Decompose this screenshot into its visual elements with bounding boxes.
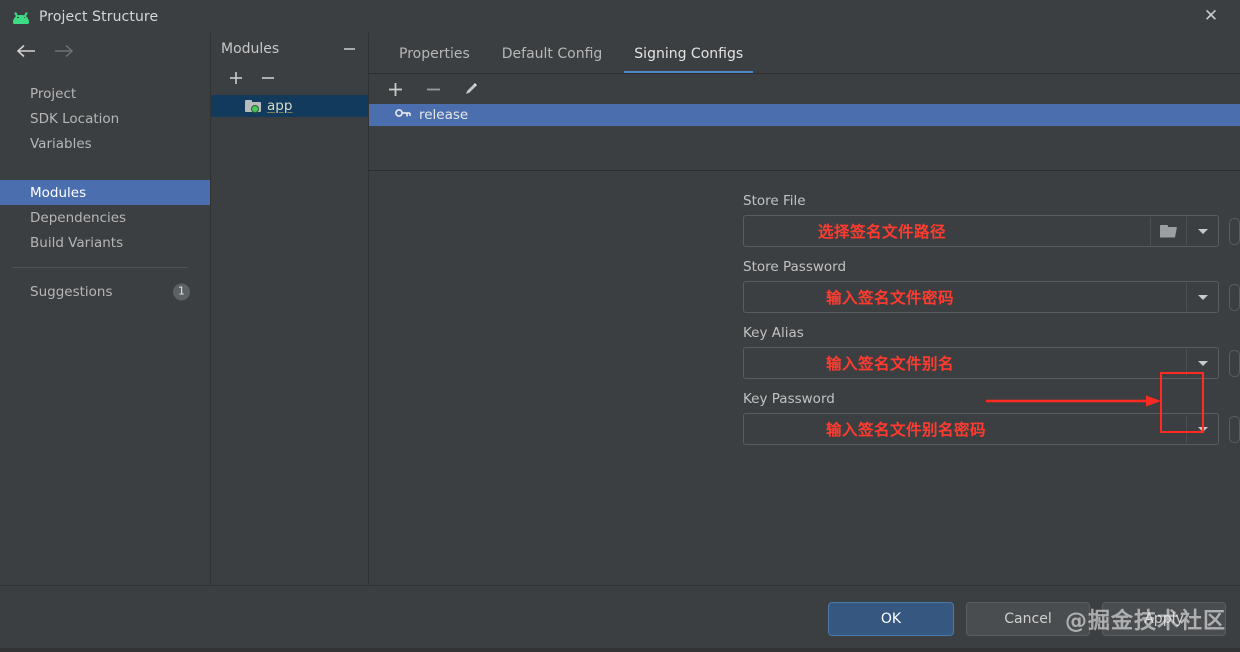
key-icon: [395, 107, 411, 123]
suggestions-count-badge: 1: [173, 283, 190, 300]
window-title: Project Structure: [39, 8, 159, 25]
ok-button[interactable]: OK: [828, 602, 954, 636]
key-password-variable-button[interactable]: [1229, 415, 1240, 443]
signing-configs-empty-area: [369, 126, 1240, 171]
left-navigation-panel: Project SDK Location Variables Modules D…: [0, 33, 211, 585]
field-label: Key Alias: [743, 325, 804, 341]
signing-configs-list: release: [369, 104, 1240, 171]
module-item-label: app: [267, 98, 293, 114]
folder-open-icon: [1160, 224, 1177, 238]
tab-signing-configs[interactable]: Signing Configs: [618, 35, 759, 73]
sidebar-item-sdk-location[interactable]: SDK Location: [0, 106, 210, 131]
pencil-icon[interactable]: [463, 81, 479, 97]
store-password-dropdown-button[interactable]: [1186, 283, 1218, 311]
close-icon[interactable]: ✕: [1196, 0, 1226, 33]
plus-icon[interactable]: [229, 71, 243, 85]
store-password-variable-button[interactable]: [1229, 283, 1240, 311]
sidebar-item-modules[interactable]: Modules: [0, 180, 210, 205]
tab-bar: Properties Default Config Signing Config…: [369, 33, 1240, 74]
key-alias-variable-button[interactable]: [1229, 349, 1240, 377]
sidebar-item-dependencies[interactable]: Dependencies: [0, 205, 210, 230]
sidebar-item-label: Build Variants: [30, 234, 124, 251]
tab-label: Default Config: [501, 46, 603, 62]
field-label: Store Password: [743, 259, 847, 275]
signing-config-label: release: [419, 107, 469, 123]
sidebar-item-label: Modules: [30, 184, 87, 201]
dialog-body: Project SDK Location Variables Modules D…: [0, 33, 1240, 585]
chevron-down-icon: [1197, 360, 1208, 366]
modules-panel: Modules app: [211, 33, 369, 585]
minus-icon[interactable]: [425, 81, 441, 97]
apply-button-label: Apply: [1144, 611, 1184, 627]
store-file-input[interactable]: 选择签名文件路径: [743, 215, 1219, 247]
sidebar-item-label: Variables: [30, 135, 92, 152]
tab-properties[interactable]: Properties: [383, 35, 486, 73]
minus-icon[interactable]: [261, 71, 275, 85]
sidebar-item-build-variants[interactable]: Build Variants: [0, 230, 210, 255]
signing-config-form: Store File 选择签名文件路径 Store Password 输入签名文…: [369, 171, 1240, 585]
modules-panel-header: Modules: [211, 33, 368, 65]
signing-config-item-release[interactable]: release: [369, 104, 1240, 126]
chevron-down-icon: [1197, 426, 1208, 432]
field-key-password: Key Password 输入签名文件别名密码: [369, 391, 1240, 445]
key-password-value: 输入签名文件别名密码: [826, 421, 987, 439]
dialog-footer: OK Cancel Apply @掘金技术社区: [0, 585, 1240, 652]
tab-label: Signing Configs: [634, 46, 744, 62]
modules-toolbar: [211, 65, 368, 91]
key-alias-value: 输入签名文件别名: [826, 355, 955, 373]
sidebar-item-project[interactable]: Project: [0, 81, 210, 106]
arrow-right-icon[interactable]: [52, 40, 76, 62]
store-file-browse-button[interactable]: [1150, 217, 1186, 245]
chevron-down-icon: [1197, 294, 1208, 300]
plus-icon[interactable]: [387, 81, 403, 97]
store-file-variable-button[interactable]: [1229, 217, 1240, 245]
sidebar-item-label: Suggestions: [30, 283, 113, 300]
field-label: Key Password: [743, 391, 835, 407]
ok-button-label: OK: [880, 611, 902, 627]
store-file-dropdown-button[interactable]: [1186, 217, 1218, 245]
key-alias-input[interactable]: 输入签名文件别名: [743, 347, 1219, 379]
key-password-input[interactable]: 输入签名文件别名密码: [743, 413, 1219, 445]
android-icon: [12, 11, 30, 24]
module-folder-icon: [245, 100, 261, 113]
key-alias-dropdown-button[interactable]: [1186, 349, 1218, 377]
content-panel: Properties Default Config Signing Config…: [369, 33, 1240, 585]
sidebar-item-label: SDK Location: [30, 110, 120, 127]
field-store-password: Store Password 输入签名文件密码: [369, 259, 1240, 313]
minus-icon[interactable]: [342, 42, 356, 56]
module-item-app[interactable]: app: [211, 95, 368, 117]
modules-list: app: [211, 91, 368, 585]
project-structure-dialog: Project Structure ✕ Project SDK Location: [0, 0, 1240, 652]
field-key-alias: Key Alias 输入签名文件别名: [369, 325, 1240, 379]
nav-history-controls: [0, 33, 210, 69]
store-file-value: 选择签名文件路径: [818, 223, 947, 241]
apply-button[interactable]: Apply: [1102, 602, 1226, 636]
modules-title: Modules: [221, 41, 280, 57]
cancel-button-label: Cancel: [1004, 611, 1052, 627]
sidebar-item-label: Project: [30, 85, 77, 102]
nav-item-list: Project SDK Location Variables Modules D…: [0, 69, 210, 304]
title-bar: Project Structure ✕: [0, 0, 1240, 33]
store-password-input[interactable]: 输入签名文件密码: [743, 281, 1219, 313]
sidebar-item-suggestions[interactable]: Suggestions 1: [0, 279, 210, 304]
key-password-dropdown-button[interactable]: [1186, 415, 1218, 443]
field-label: Store File: [743, 193, 806, 209]
tab-default-config[interactable]: Default Config: [486, 35, 619, 73]
window-bottom-edge: [0, 648, 1240, 652]
sidebar-item-variables[interactable]: Variables: [0, 131, 210, 156]
sidebar-item-label: Dependencies: [30, 209, 127, 226]
chevron-down-icon: [1197, 228, 1208, 234]
store-password-value: 输入签名文件密码: [826, 289, 955, 307]
tab-label: Properties: [399, 46, 470, 62]
arrow-left-icon[interactable]: [14, 40, 38, 62]
sidebar-divider: [12, 267, 188, 268]
field-store-file: Store File 选择签名文件路径: [369, 193, 1240, 247]
signing-configs-toolbar: [369, 74, 1240, 104]
cancel-button[interactable]: Cancel: [966, 602, 1090, 636]
